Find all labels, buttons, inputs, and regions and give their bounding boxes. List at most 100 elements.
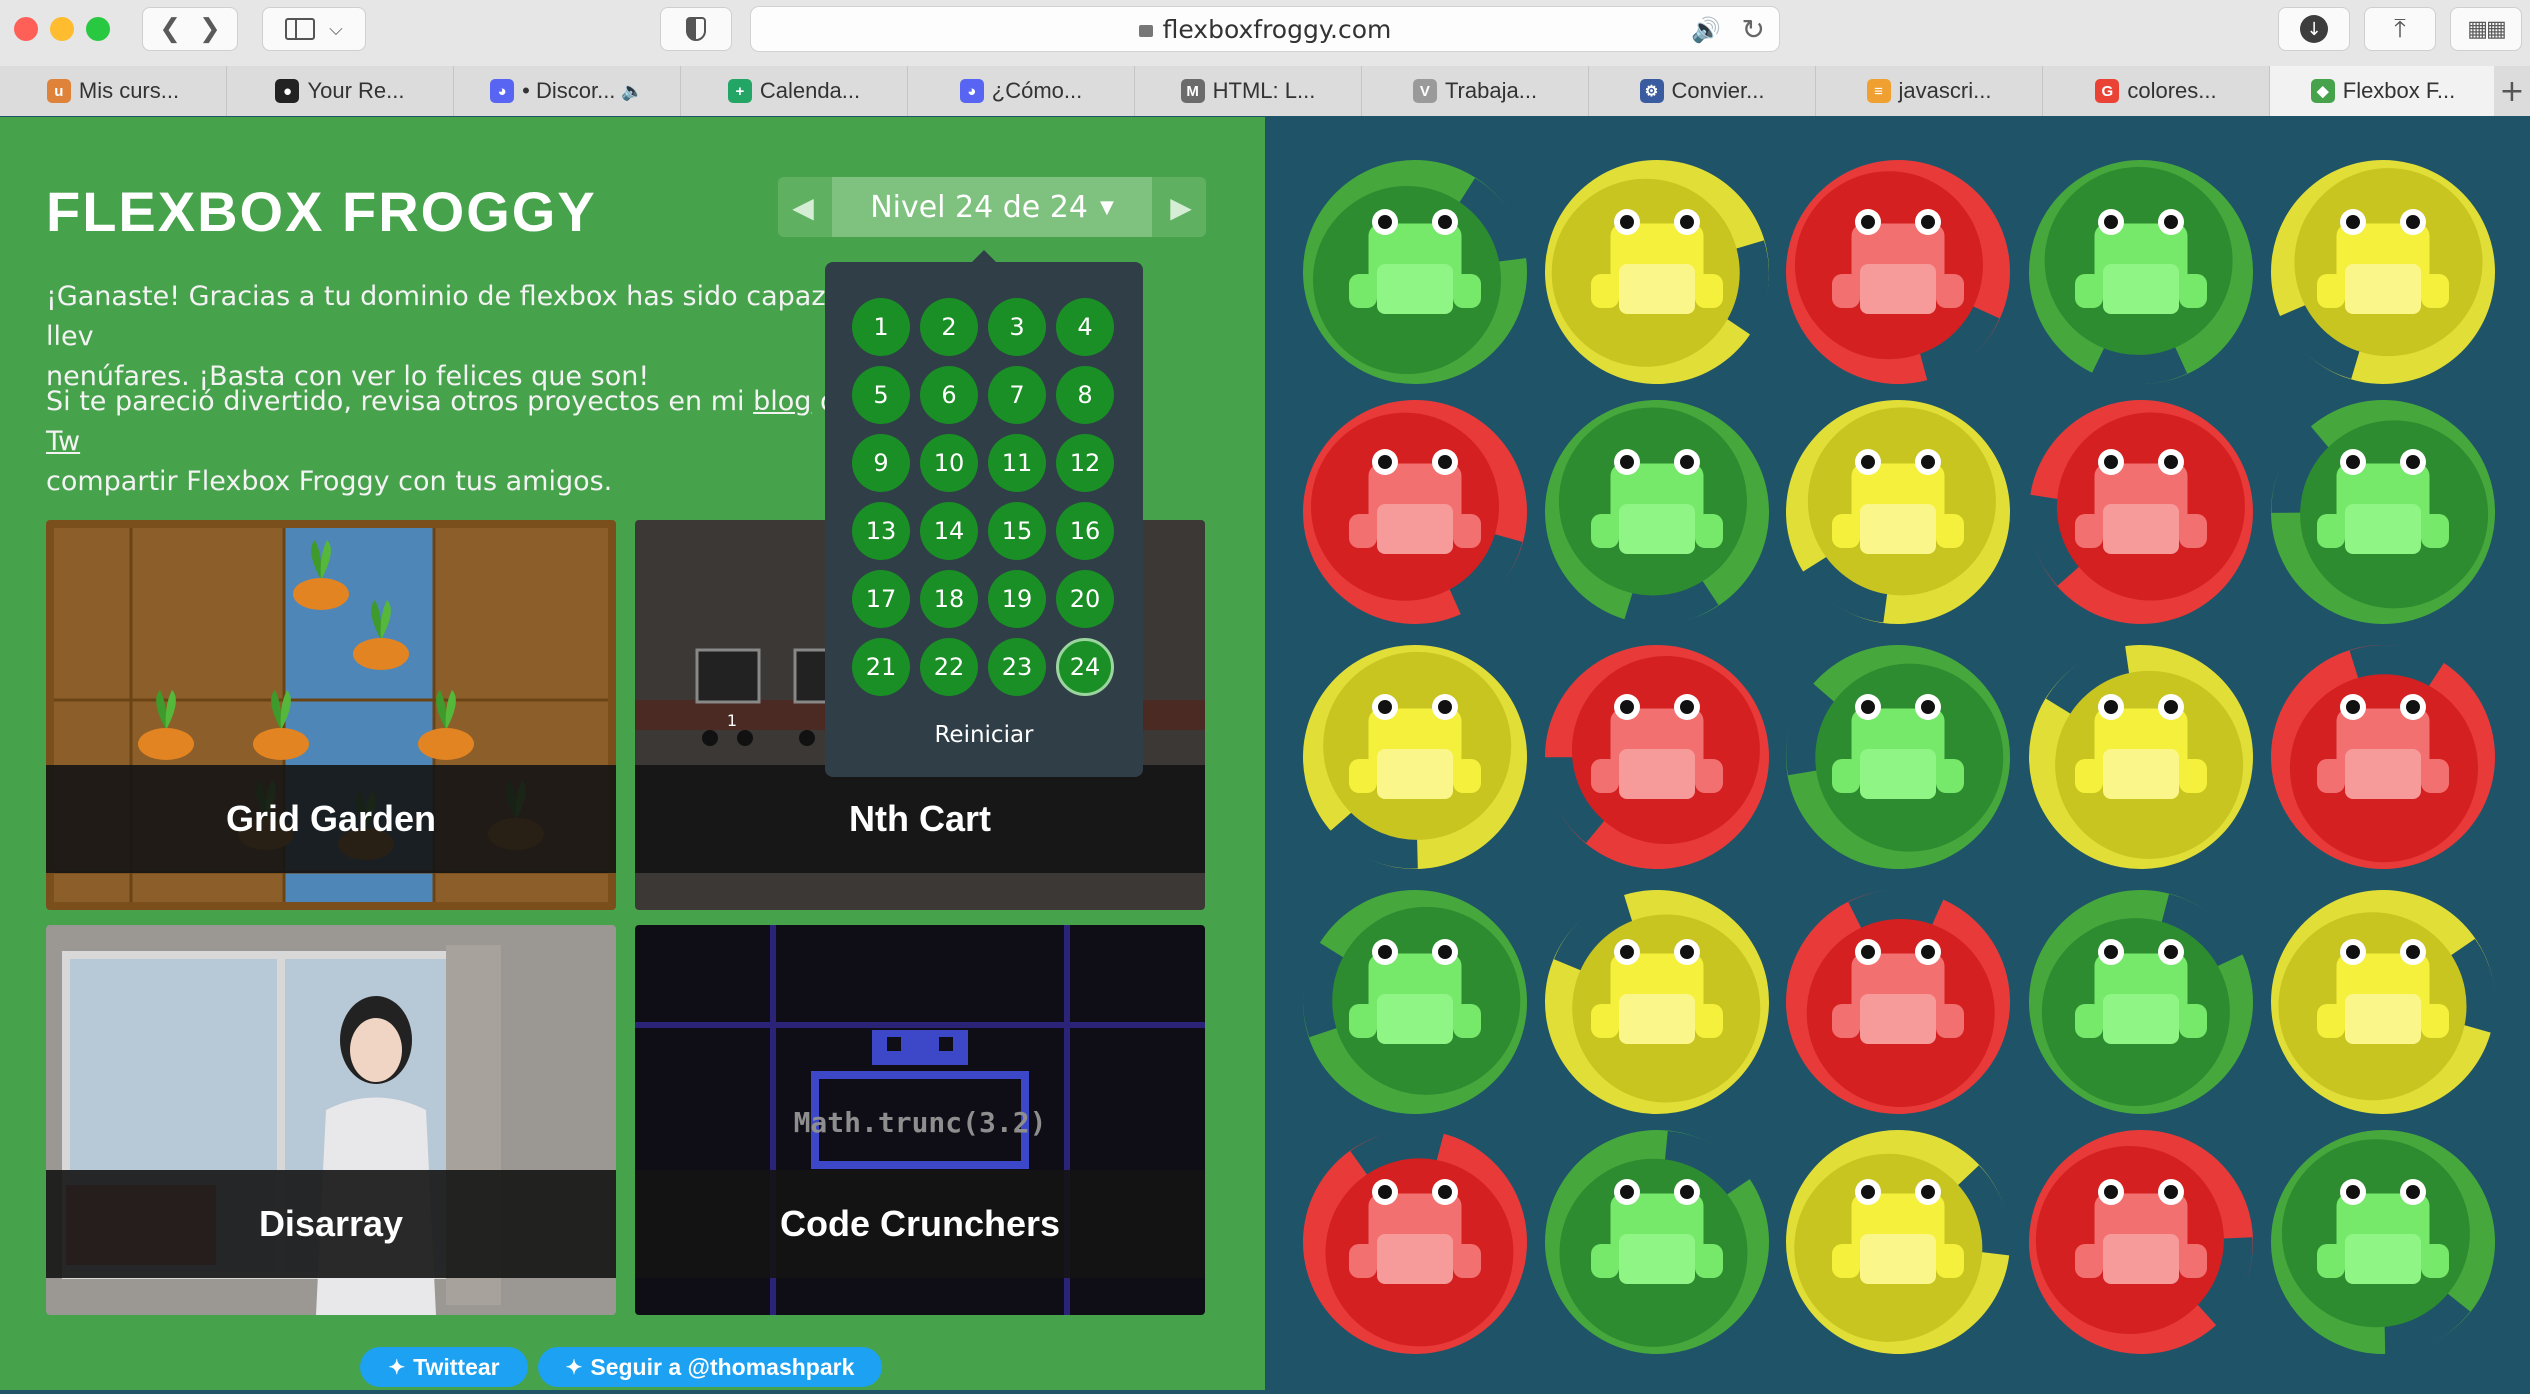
level-button-1[interactable]: 1 — [852, 298, 910, 356]
reset-button[interactable]: Reiniciar — [825, 722, 1143, 748]
level-button-3[interactable]: 3 — [988, 298, 1046, 356]
privacy-report-button[interactable] — [660, 7, 732, 51]
level-button-13[interactable]: 13 — [852, 502, 910, 560]
browser-tab[interactable]: u Mis curs... — [0, 66, 227, 116]
level-button-4[interactable]: 4 — [1056, 298, 1114, 356]
level-button-24[interactable]: 24 — [1056, 638, 1114, 696]
twitter-link[interactable]: Tw — [46, 426, 80, 457]
sidebar-icon — [285, 18, 316, 40]
browser-tab[interactable]: ≡ javascri... — [1816, 66, 2043, 116]
downloads-button[interactable]: ↓ — [2278, 7, 2350, 51]
twitter-bird-icon: ✦ — [388, 1356, 406, 1379]
sidebar-toggle-button[interactable]: ⌵ — [262, 7, 366, 51]
gear-favicon-icon: ⚙ — [1639, 79, 1664, 103]
maximize-window-button[interactable] — [86, 17, 110, 41]
follow-button[interactable]: ✦ Seguir a @thomashpark — [538, 1347, 882, 1387]
discord-favicon-icon: ◕ — [959, 79, 984, 103]
browser-tab[interactable]: + Calenda... — [681, 66, 908, 116]
twitter-bird-icon: ✦ — [565, 1356, 583, 1379]
browser-tab[interactable]: ◆ Flexbox F... — [2270, 66, 2497, 116]
new-tab-button[interactable]: + — [2494, 66, 2530, 116]
level-button-2[interactable]: 2 — [920, 298, 978, 356]
level-button-19[interactable]: 19 — [988, 570, 1046, 628]
red-lilypad — [2271, 645, 2495, 869]
tab-overview-button[interactable]: ▦▦ — [2450, 7, 2522, 51]
card-code-crunchers[interactable]: Math.trunc(3.2) Code Crunchers — [635, 925, 1205, 1315]
yellow-lilypad — [1303, 645, 1527, 869]
green-lilypad — [2271, 1130, 2495, 1355]
card-disarray[interactable]: Disarray — [46, 925, 616, 1315]
level-button-8[interactable]: 8 — [1056, 366, 1114, 424]
browser-tab-label: Convier... — [1671, 78, 1765, 103]
red-lilypad — [2028, 400, 2253, 624]
red-lilypad — [2029, 1130, 2254, 1354]
tweet-button[interactable]: ✦ Twittear — [360, 1347, 528, 1387]
popup-arrow — [970, 250, 998, 264]
browser-tab-label: • Discor... — [522, 78, 616, 103]
level-button-9[interactable]: 9 — [852, 434, 910, 492]
card-title: Disarray — [46, 1170, 616, 1278]
browser-tab[interactable]: Gcolores... — [2043, 66, 2270, 116]
forward-icon[interactable]: ❯ — [199, 14, 221, 44]
red-lilypad — [1786, 889, 2010, 1114]
level-button-21[interactable]: 21 — [852, 638, 910, 696]
share-message: Si te pareció divertido, revisa otros pr… — [46, 382, 846, 502]
red-lilypad — [1303, 1129, 1527, 1354]
card-title: Grid Garden — [46, 765, 616, 873]
previous-level-button[interactable]: ◀ — [778, 177, 828, 237]
share-text: Si te pareció divertido, revisa otros pr… — [46, 386, 754, 417]
browser-tab[interactable]: M HTML: L... — [1135, 66, 1362, 116]
browser-tab-label: Flexbox F... — [2342, 78, 2456, 103]
browser-tab-label: HTML: L... — [1212, 78, 1316, 103]
level-button-23[interactable]: 23 — [988, 638, 1046, 696]
win-text-line1: ¡Ganaste! Gracias a tu dominio de flexbo… — [46, 281, 826, 352]
browser-tab-label: Trabaja... — [1444, 78, 1538, 103]
next-level-button[interactable]: ▶ — [1156, 177, 1206, 237]
browser-tab[interactable]: ● Your Re... — [227, 66, 454, 116]
level-button-12[interactable]: 12 — [1056, 434, 1114, 492]
back-forward-buttons[interactable]: ❮ ❯ — [142, 7, 238, 51]
level-button-22[interactable]: 22 — [920, 638, 978, 696]
caret-down-icon: ▼ — [1099, 196, 1114, 218]
browser-tab-label: ¿Cómo... — [991, 78, 1083, 103]
tab-audio-icon[interactable]: 🔈 — [621, 81, 643, 102]
svg-text:1: 1 — [727, 711, 737, 730]
level-button-17[interactable]: 17 — [852, 570, 910, 628]
audio-icon[interactable]: 🔊 — [1691, 16, 1721, 44]
level-button-10[interactable]: 10 — [920, 434, 978, 492]
green-lilypad — [1303, 160, 1527, 384]
browser-tab[interactable]: ◕ ¿Cómo... — [908, 66, 1135, 116]
red-lilypad — [1544, 645, 1769, 869]
address-bar[interactable]: flexboxfroggy.com 🔊 ↻ — [750, 6, 1780, 52]
level-button-7[interactable]: 7 — [988, 366, 1046, 424]
chevron-down-icon[interactable]: ⌵ — [329, 19, 343, 40]
level-popup: 1 2 3 4 5 6 7 8 9 10 11 12 13 14 15 16 17 18 19 20 21 22 23 24 … — [825, 250, 1143, 777]
level-selector: ◀ Nivel 24 de 24 ▼ ▶ — [778, 177, 1206, 237]
close-window-button[interactable] — [14, 17, 38, 41]
pond-svg — [1303, 160, 2496, 1355]
browser-tab[interactable]: V Trabaja... — [1362, 66, 1589, 116]
browser-toolbar: ❮ ❯ ⌵ flexboxfroggy.com 🔊 ↻ ↓ ⤒ ▦▦ — [0, 0, 2530, 64]
level-button-11[interactable]: 11 — [988, 434, 1046, 492]
back-icon[interactable]: ❮ — [159, 14, 181, 44]
minimize-window-button[interactable] — [50, 17, 74, 41]
M-favicon-icon: M — [1180, 79, 1205, 103]
reload-icon[interactable]: ↻ — [1742, 13, 1765, 46]
level-button-20[interactable]: 20 — [1056, 570, 1114, 628]
level-button-5[interactable]: 5 — [852, 366, 910, 424]
blog-link[interactable]: blog — [753, 386, 811, 417]
follow-label: Seguir a @thomashpark — [590, 1353, 855, 1380]
level-button-15[interactable]: 15 — [988, 502, 1046, 560]
level-button-16[interactable]: 16 — [1056, 502, 1114, 560]
level-button-6[interactable]: 6 — [920, 366, 978, 424]
frog-favicon-icon: ◆ — [2310, 79, 2335, 103]
green-lilypad — [2029, 890, 2253, 1114]
game-panel: FLEXBOX FROGGY ◀ Nivel 24 de 24 ▼ ▶ ¡Gan… — [0, 117, 1265, 1390]
level-dropdown-toggle[interactable]: Nivel 24 de 24 ▼ — [832, 177, 1152, 237]
browser-tab[interactable]: ◕ • Discor... 🔈 — [454, 66, 681, 116]
share-button[interactable]: ⤒ — [2364, 7, 2436, 51]
level-button-18[interactable]: 18 — [920, 570, 978, 628]
level-button-14[interactable]: 14 — [920, 502, 978, 560]
browser-tab[interactable]: ⚙ Convier... — [1589, 66, 1816, 116]
card-grid-garden[interactable]: Grid Garden — [46, 520, 616, 910]
